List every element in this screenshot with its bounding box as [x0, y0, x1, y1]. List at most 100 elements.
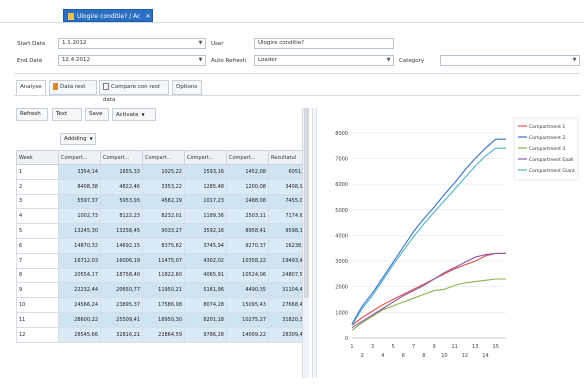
user-field[interactable]: Ulogire conditie? — [254, 38, 394, 49]
category-field[interactable]: ▼ — [440, 55, 580, 66]
value-cell[interactable]: 2503,11 — [226, 208, 269, 225]
value-cell[interactable]: 1189,36 — [184, 208, 227, 225]
grid-column-header[interactable]: Compart... — [58, 150, 101, 165]
week-cell[interactable]: 7 — [16, 252, 59, 269]
value-cell[interactable]: 1285,48 — [184, 178, 227, 195]
grid-column-header[interactable]: Compart... — [100, 150, 143, 165]
chevron-down-icon[interactable]: ▼ — [571, 56, 578, 65]
week-cell[interactable]: 6 — [16, 237, 59, 254]
value-cell[interactable]: 4490,35 — [226, 282, 269, 299]
value-cell[interactable]: 17586,08 — [142, 297, 185, 313]
value-cell[interactable]: 3592,16 — [184, 223, 227, 239]
value-cell[interactable]: 8074,28 — [184, 297, 227, 313]
table-row[interactable]: 11 28600,22 25509,41 18950,30 8201,18 10275,2… — [16, 311, 309, 328]
value-cell[interactable]: 1452,08 — [226, 164, 269, 180]
value-cell[interactable]: 23895,37 — [100, 297, 143, 313]
grid-scrollbar-thumb[interactable] — [304, 108, 309, 298]
value-cell[interactable]: 5597,37 — [58, 193, 101, 210]
week-cell[interactable]: 11 — [16, 311, 59, 328]
week-cell[interactable]: 2 — [16, 178, 59, 195]
group-by-chip[interactable]: Addding ▼ — [60, 133, 96, 145]
value-cell[interactable]: 10275,27 — [226, 311, 269, 328]
value-cell[interactable]: 11475,07 — [142, 252, 185, 269]
value-cell[interactable]: 1017,23 — [184, 193, 227, 210]
chevron-down-icon[interactable]: ▼ — [385, 56, 392, 65]
table-row[interactable]: 12 28545,66 32816,21 22864,59 9786,28 14009,2… — [16, 326, 309, 343]
table-row[interactable]: 8 20554,17 18758,40 11822,60 4065,91 10524,06… — [16, 267, 309, 284]
value-cell[interactable]: 24566,24 — [58, 297, 101, 313]
close-icon[interactable]: ✕ — [145, 13, 150, 20]
document-tab[interactable]: Ulogire conditie? / Ac ✕ — [63, 9, 153, 22]
tab-compare[interactable]: Compare con rest data — [99, 80, 169, 103]
table-row[interactable]: 7 16712,03 16006,19 11475,07 4302,02 10358,22… — [16, 252, 309, 269]
value-cell[interactable]: 4582,19 — [142, 193, 185, 210]
value-cell[interactable]: 32816,21 — [100, 326, 143, 343]
value-cell[interactable]: 5161,96 — [184, 282, 227, 299]
value-cell[interactable]: 10358,22 — [226, 252, 269, 269]
value-cell[interactable]: 13258,45 — [100, 223, 143, 239]
chevron-down-icon[interactable]: ▼ — [197, 39, 204, 48]
value-cell[interactable]: 1200,08 — [226, 178, 269, 195]
table-row[interactable]: 10 24566,24 23895,37 17586,08 8074,28 15095,4… — [16, 297, 309, 313]
value-cell[interactable]: 1655,33 — [100, 164, 143, 180]
table-row[interactable]: 2 8408,38 4822,46 3353,22 1285,48 1200,08 3408… — [16, 178, 309, 195]
value-cell[interactable]: 4065,91 — [184, 267, 227, 284]
value-cell[interactable]: 15095,43 — [226, 297, 269, 313]
week-cell[interactable]: 1 — [16, 164, 59, 180]
week-cell[interactable]: 8 — [16, 267, 59, 284]
activate-button[interactable]: Activate ▼ — [112, 108, 156, 121]
week-cell[interactable]: 12 — [16, 326, 59, 343]
week-cell[interactable]: 3 — [16, 193, 59, 210]
end-date-field[interactable]: 12.4.2012 ▼ — [58, 55, 206, 66]
value-cell[interactable]: 20554,17 — [58, 267, 101, 284]
value-cell[interactable]: 18950,30 — [142, 311, 185, 328]
week-cell[interactable]: 5 — [16, 223, 59, 239]
value-cell[interactable]: 10524,06 — [226, 267, 269, 284]
value-cell[interactable]: 8375,62 — [142, 237, 185, 254]
value-cell[interactable]: 14009,22 — [226, 326, 269, 343]
value-cell[interactable]: 8958,41 — [226, 223, 269, 239]
grid-column-header[interactable]: Week — [16, 150, 59, 165]
value-cell[interactable]: 4822,46 — [100, 178, 143, 195]
table-row[interactable]: 4 1002,73 8122,23 8232,01 1189,36 2503,11 7174… — [16, 208, 309, 225]
tab-data-rest[interactable]: Data rest — [49, 80, 97, 95]
value-cell[interactable]: 9270,37 — [226, 237, 269, 254]
grid-column-header[interactable]: Compart... — [184, 150, 227, 165]
value-cell[interactable]: 3353,22 — [142, 178, 185, 195]
table-row[interactable]: 6 14870,32 14692,15 8375,62 3745,94 9270,37 16… — [16, 237, 309, 254]
week-cell[interactable]: 9 — [16, 282, 59, 299]
start-date-field[interactable]: 1.1.2012 ▼ — [58, 38, 206, 49]
value-cell[interactable]: 13245,30 — [58, 223, 101, 239]
table-row[interactable]: 9 22232,44 20650,77 11950,21 5161,96 4490,35 3… — [16, 282, 309, 299]
value-cell[interactable]: 1002,73 — [58, 208, 101, 225]
week-cell[interactable]: 10 — [16, 297, 59, 313]
tab-analyse[interactable]: Analyse — [16, 80, 46, 95]
table-row[interactable]: 5 13245,30 13258,45 9033,27 3592,16 8958,41 95… — [16, 223, 309, 239]
value-cell[interactable]: 4302,02 — [184, 252, 227, 269]
value-cell[interactable]: 22232,44 — [58, 282, 101, 299]
save-button[interactable]: Save — [85, 108, 109, 121]
grid-column-header[interactable]: Compart... — [142, 150, 185, 165]
table-row[interactable]: 3 5597,37 5953,93 4582,19 1017,23 1488,08 7455… — [16, 193, 309, 210]
value-cell[interactable]: 1593,16 — [184, 164, 227, 180]
value-cell[interactable]: 3354,14 — [58, 164, 101, 180]
value-cell[interactable]: 8408,38 — [58, 178, 101, 195]
value-cell[interactable]: 16006,19 — [100, 252, 143, 269]
value-cell[interactable]: 3745,94 — [184, 237, 227, 254]
tab-options[interactable]: Options — [172, 80, 202, 95]
grid-scrollbar[interactable] — [302, 108, 309, 378]
value-cell[interactable]: 5953,93 — [100, 193, 143, 210]
auto-refresh-field[interactable]: Loader ▼ — [254, 55, 394, 66]
table-row[interactable]: 1 3354,14 1655,33 1025,22 1593,16 1452,08 6051… — [16, 164, 309, 180]
value-cell[interactable]: 16712,03 — [58, 252, 101, 269]
refresh-button[interactable]: Refresh — [16, 108, 48, 121]
value-cell[interactable]: 28545,66 — [58, 326, 101, 343]
value-cell[interactable]: 1025,22 — [142, 164, 185, 180]
value-cell[interactable]: 8201,18 — [184, 311, 227, 328]
week-cell[interactable]: 4 — [16, 208, 59, 225]
value-cell[interactable]: 28600,22 — [58, 311, 101, 328]
value-cell[interactable]: 18758,40 — [100, 267, 143, 284]
value-cell[interactable]: 1488,08 — [226, 193, 269, 210]
chevron-down-icon[interactable]: ▼ — [197, 56, 204, 65]
value-cell[interactable]: 22864,59 — [142, 326, 185, 343]
